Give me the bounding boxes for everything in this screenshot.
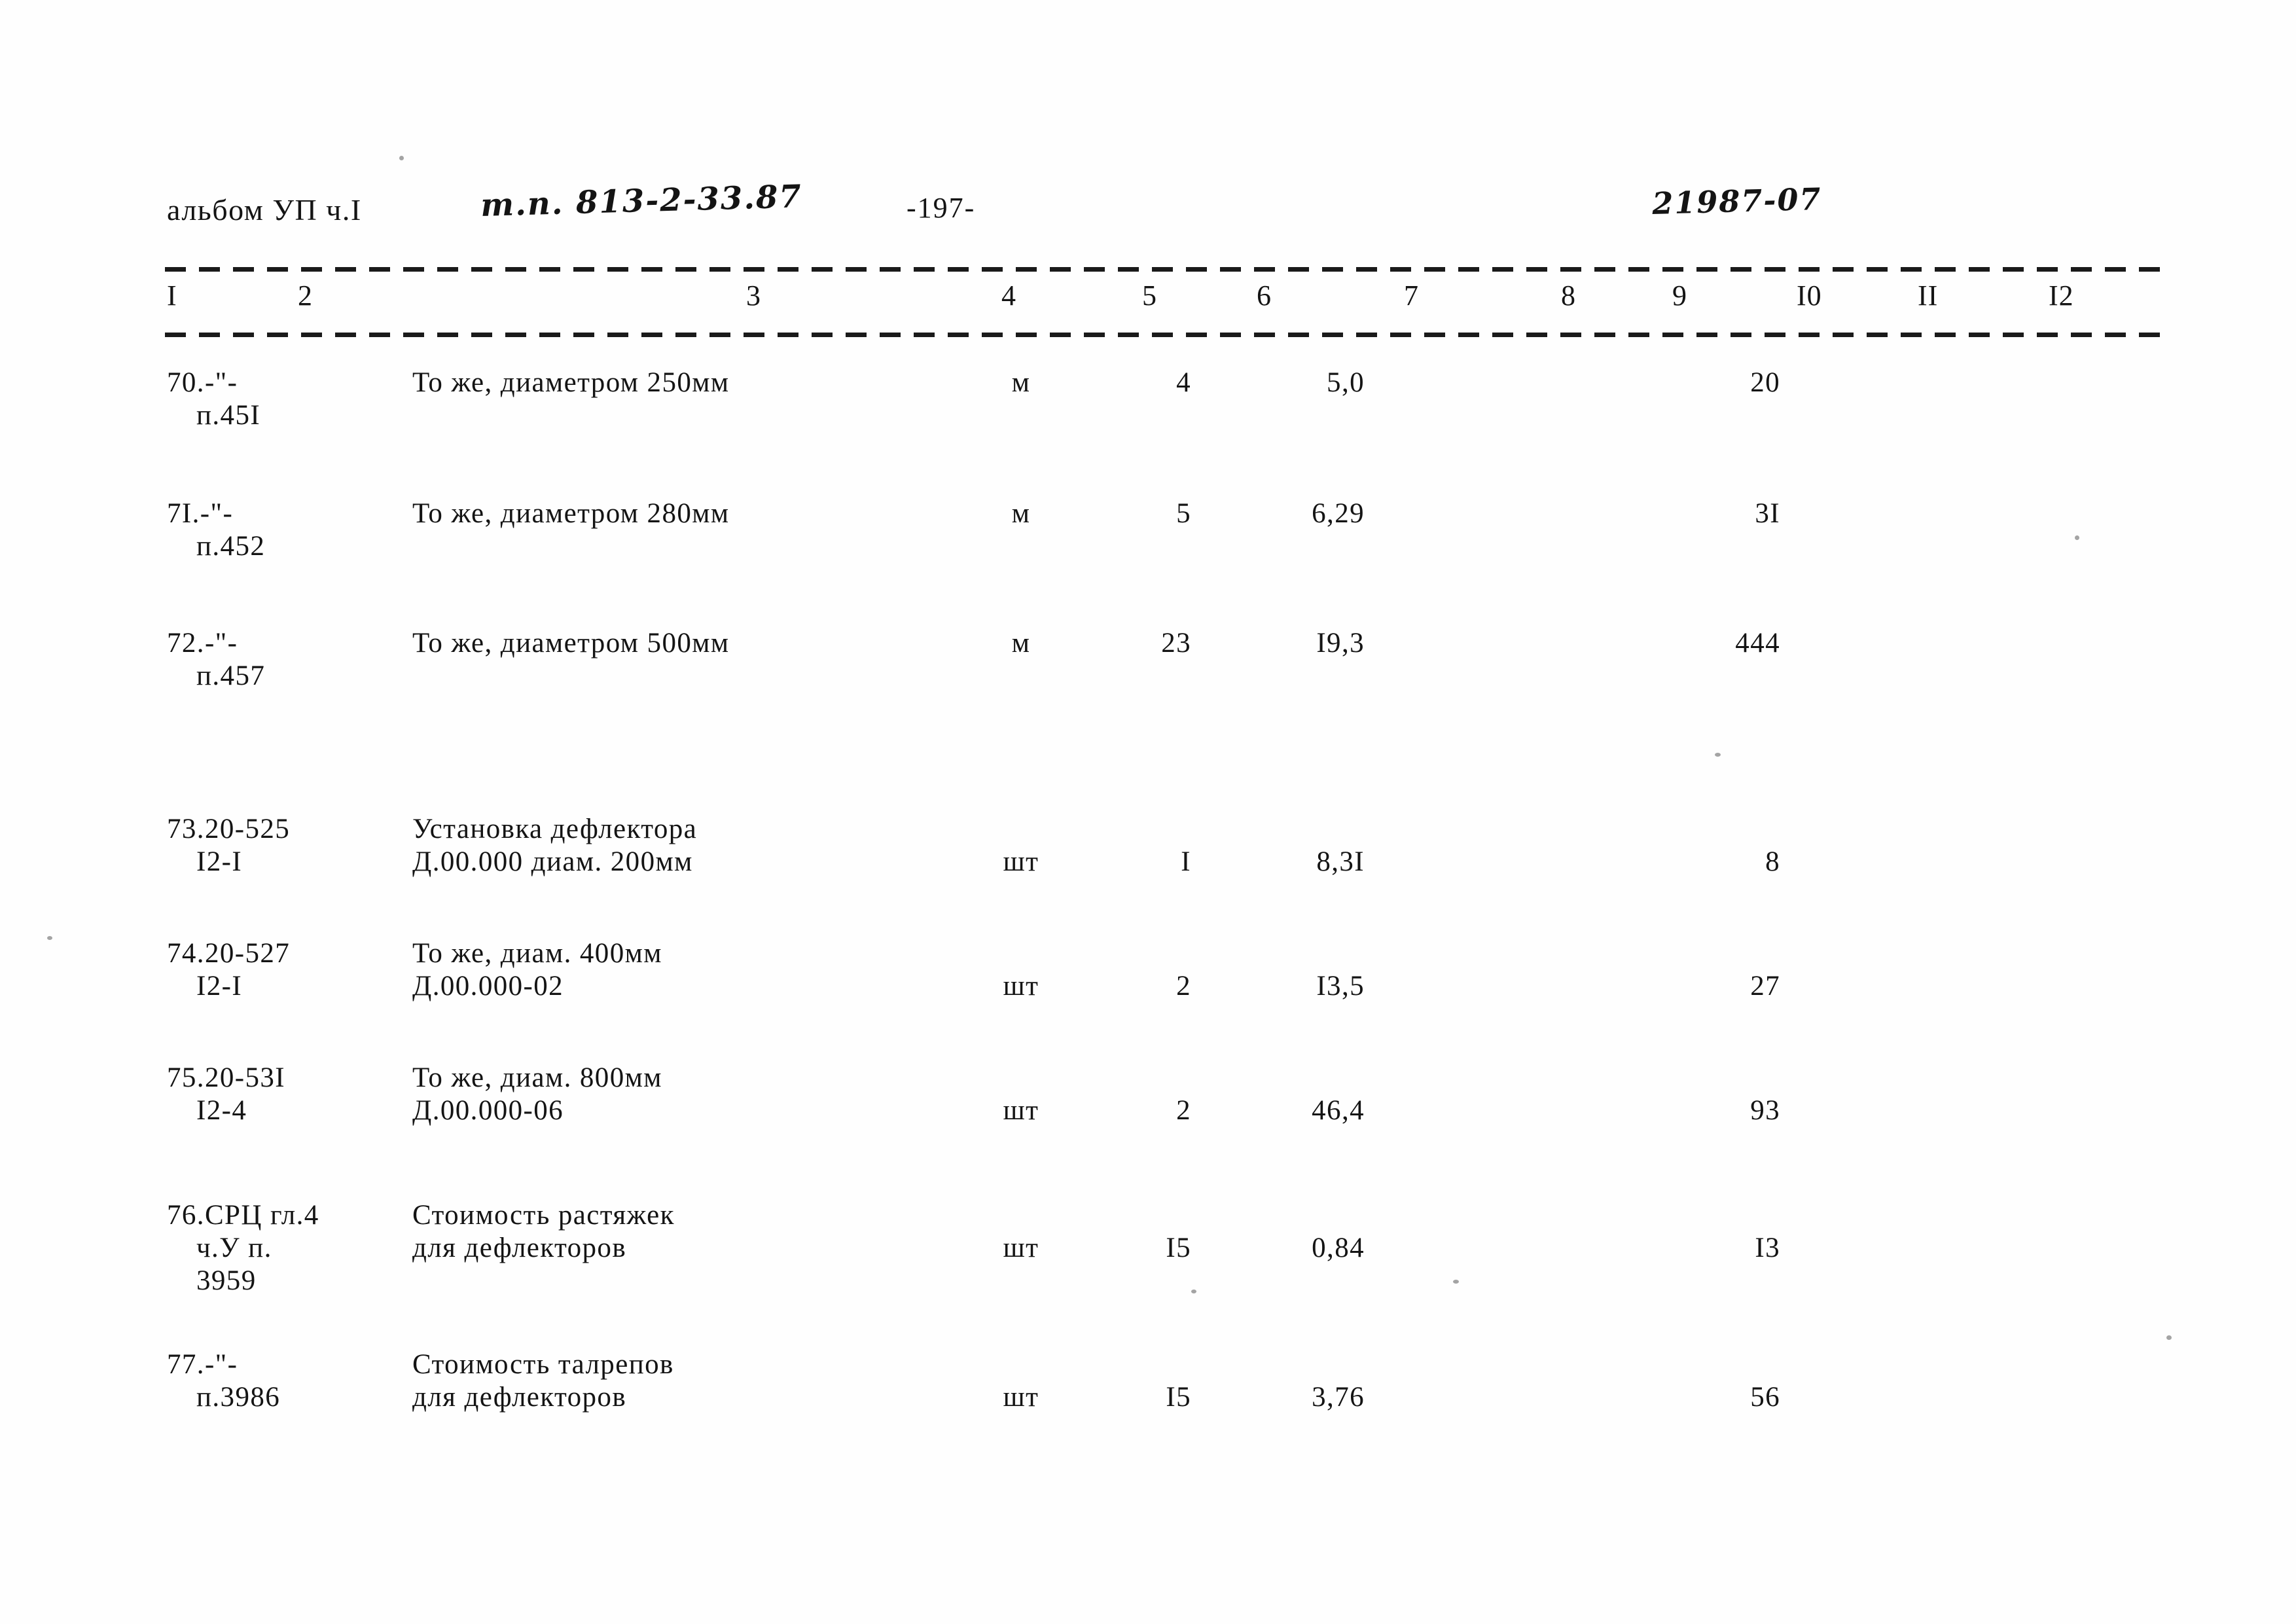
row-code-line-2: п.452 — [196, 531, 266, 562]
row-total: 8 — [1765, 846, 1780, 877]
row-description-line-1: Стоимость талрепов — [412, 1349, 674, 1380]
row-price: 3,76 — [1312, 1382, 1365, 1413]
row-description-line-2: Д.00.000 диам. 200мм — [412, 846, 693, 877]
row-code-line-1: 73.20-525 — [167, 814, 291, 844]
row-unit: шт — [1003, 846, 1039, 877]
row-quantity: 4 — [1176, 367, 1191, 398]
column-number-10: I0 — [1797, 280, 1822, 312]
row-code-line-1: 7I.-"- — [167, 498, 234, 529]
page-header: альбом УП ч.I т.п. 813-2-33.87 -197- 219… — [167, 178, 2163, 234]
row-price: 46,4 — [1312, 1095, 1365, 1126]
row-unit: м — [1011, 367, 1031, 398]
table-row: 76.СРЦ гл.4 ч.У п. 3959 Стоимость растяжек д… — [0, 1199, 2296, 1304]
row-code-line-2: ч.У п. — [196, 1233, 272, 1263]
row-quantity: I5 — [1166, 1233, 1191, 1263]
scan-speck — [2075, 535, 2079, 540]
table-row: 70.-"- п.45I То же, диаметром 250мм м 4 5,0 20 — [0, 367, 2296, 471]
row-price: 5,0 — [1327, 367, 1365, 398]
row-code-line-1: 70.-"- — [167, 367, 238, 398]
row-price: 0,84 — [1312, 1233, 1365, 1263]
row-code-line-2: п.457 — [196, 660, 266, 691]
row-code-line-1: 76.СРЦ гл.4 — [167, 1200, 319, 1231]
row-code-line-3: 3959 — [196, 1265, 257, 1296]
column-number-3: 3 — [746, 280, 761, 312]
column-number-2: 2 — [298, 280, 313, 312]
row-description-line-1: То же, диам. 400мм — [412, 938, 662, 969]
row-total: 93 — [1750, 1095, 1780, 1126]
column-number-8: 8 — [1561, 280, 1576, 312]
table-row: 77.-"- п.3986 Стоимость талрепов для дефлек… — [0, 1348, 2296, 1453]
row-code-line-2: п.3986 — [196, 1382, 281, 1413]
row-total: 56 — [1750, 1382, 1780, 1413]
column-number-4: 4 — [1001, 280, 1016, 312]
scan-speck — [1715, 753, 1721, 757]
row-unit: шт — [1003, 971, 1039, 1001]
row-description-line-1: Стоимость растяжек — [412, 1200, 675, 1231]
row-quantity: 5 — [1176, 498, 1191, 529]
row-code-line-1: 72.-"- — [167, 628, 238, 659]
scan-speck — [47, 936, 52, 940]
row-code-line-1: 75.20-53I — [167, 1062, 285, 1093]
row-description-line-2: Д.00.000-06 — [412, 1095, 564, 1126]
row-description-line-1: То же, диаметром 280мм — [412, 498, 730, 529]
row-description-line-2: Д.00.000-02 — [412, 971, 564, 1001]
table-column-number-row: I 2 3 4 5 6 7 8 9 I0 II I2 — [0, 281, 2296, 329]
type-project-code: т.п. 813-2-33.87 — [480, 178, 803, 224]
row-price: I3,5 — [1316, 971, 1365, 1001]
row-quantity: 23 — [1161, 628, 1191, 659]
row-quantity: I5 — [1166, 1382, 1191, 1413]
row-description-line-1: То же, диаметром 250мм — [412, 367, 730, 398]
scan-speck — [1191, 1290, 1196, 1293]
table-rule-top — [165, 267, 2164, 272]
row-description-line-1: То же, диаметром 500мм — [412, 628, 730, 659]
table-row: 73.20-525 I2-I Установка дефлектора Д.00.00… — [0, 813, 2296, 918]
column-number-11: II — [1918, 280, 1939, 312]
table-row: 7I.-"- п.452 То же, диаметром 280мм м 5 6,29 3… — [0, 497, 2296, 602]
row-quantity: 2 — [1176, 971, 1191, 1001]
row-price: 6,29 — [1312, 498, 1365, 529]
row-total: I3 — [1755, 1233, 1780, 1263]
table-rule-bottom — [165, 333, 2164, 337]
column-number-1: I — [167, 280, 177, 312]
row-unit: шт — [1003, 1095, 1039, 1126]
row-total: 20 — [1750, 367, 1780, 398]
row-code-line-2: п.45I — [196, 400, 261, 431]
scan-speck — [399, 156, 404, 160]
row-code-line-2: I2-I — [196, 971, 243, 1001]
row-unit: шт — [1003, 1382, 1039, 1413]
row-total: 27 — [1750, 971, 1780, 1001]
row-quantity: I — [1181, 846, 1191, 877]
row-unit: шт — [1003, 1233, 1039, 1263]
row-description-line-2: для дефлекторов — [412, 1233, 627, 1263]
page-number: -197- — [906, 192, 976, 224]
row-unit: м — [1011, 628, 1031, 659]
row-price: 8,3I — [1316, 846, 1365, 877]
row-unit: м — [1011, 498, 1031, 529]
column-number-5: 5 — [1142, 280, 1157, 312]
scan-speck — [1453, 1280, 1459, 1284]
column-number-9: 9 — [1672, 280, 1687, 312]
table-row: 72.-"- п.457 То же, диаметром 500мм м 23 I9,3… — [0, 627, 2296, 732]
row-code-line-1: 77.-"- — [167, 1349, 238, 1380]
row-code-line-1: 74.20-527 — [167, 938, 291, 969]
scan-speck — [2166, 1335, 2172, 1340]
table-row: 74.20-527 I2-I То же, диам. 400мм Д.00.000-… — [0, 937, 2296, 1042]
table-row: 75.20-53I I2-4 То же, диам. 800мм Д.00.000-… — [0, 1062, 2296, 1166]
row-total: 444 — [1735, 628, 1780, 659]
album-label: альбом УП ч.I — [167, 193, 362, 226]
row-quantity: 2 — [1176, 1095, 1191, 1126]
row-description-line-1: Установка дефлектора — [412, 814, 698, 844]
document-page: альбом УП ч.I т.п. 813-2-33.87 -197- 219… — [0, 0, 2296, 1624]
row-code-line-2: I2-I — [196, 846, 243, 877]
column-number-12: I2 — [2049, 280, 2074, 312]
document-code: 21987-07 — [1651, 181, 1823, 221]
column-number-7: 7 — [1404, 280, 1419, 312]
row-code-line-2: I2-4 — [196, 1095, 247, 1126]
row-description-line-2: для дефлекторов — [412, 1382, 627, 1413]
row-price: I9,3 — [1316, 628, 1365, 659]
row-description-line-1: То же, диам. 800мм — [412, 1062, 662, 1093]
row-total: 3I — [1755, 498, 1780, 529]
column-number-6: 6 — [1257, 280, 1272, 312]
